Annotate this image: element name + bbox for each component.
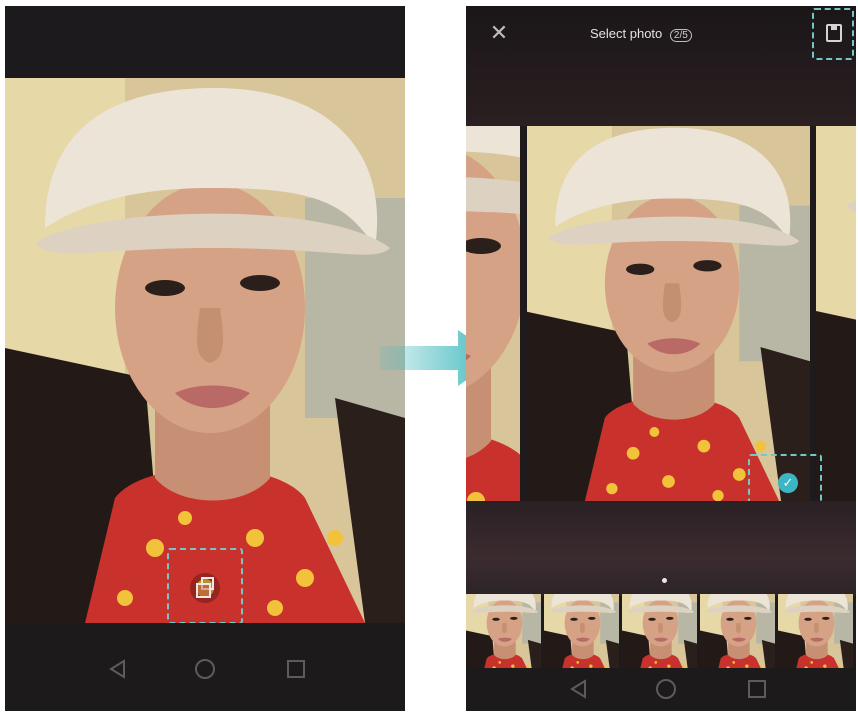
thumbnail[interactable] xyxy=(700,594,775,668)
navigation-bar xyxy=(5,623,405,711)
back-icon[interactable] xyxy=(566,676,592,702)
thumbnail[interactable] xyxy=(622,594,697,668)
recent-apps-icon[interactable] xyxy=(744,676,770,702)
select-photo-header: ✕ Select photo 2/5 xyxy=(466,6,856,126)
back-icon[interactable] xyxy=(105,656,131,682)
thumbnail-image xyxy=(544,594,619,668)
photo-viewer[interactable] xyxy=(5,78,405,623)
previous-photo[interactable] xyxy=(466,126,520,501)
navigation-bar xyxy=(466,668,856,711)
current-photo-image xyxy=(527,126,810,501)
multi-select-highlight xyxy=(167,548,243,624)
page-title: Select photo 2/5 xyxy=(590,26,692,42)
close-icon[interactable]: ✕ xyxy=(488,22,510,44)
save-highlight xyxy=(812,8,854,60)
title-text: Select photo xyxy=(590,26,663,41)
page-indicator xyxy=(662,578,667,583)
current-photo[interactable] xyxy=(527,126,810,501)
thumbnail-image xyxy=(778,594,853,668)
right-phone-screen: ✕ Select photo 2/5 ✓ xyxy=(466,6,856,711)
thumbnail-image xyxy=(466,594,541,668)
status-bar xyxy=(5,6,405,78)
home-icon[interactable] xyxy=(192,656,218,682)
next-photo[interactable] xyxy=(816,126,856,501)
recent-apps-icon[interactable] xyxy=(283,656,309,682)
photo-toolbar-area xyxy=(466,501,856,596)
previous-photo-image xyxy=(466,126,520,501)
thumbnail[interactable] xyxy=(544,594,619,668)
thumbnail-image xyxy=(622,594,697,668)
selection-count: 2/5 xyxy=(669,29,692,42)
next-photo-image xyxy=(816,126,856,501)
portrait-photo xyxy=(5,78,405,623)
thumbnail-image xyxy=(700,594,775,668)
left-phone-screen xyxy=(5,6,405,711)
thumbnail-strip xyxy=(466,594,856,668)
thumbnail[interactable] xyxy=(778,594,853,668)
home-icon[interactable] xyxy=(653,676,679,702)
thumbnail[interactable] xyxy=(466,594,541,668)
